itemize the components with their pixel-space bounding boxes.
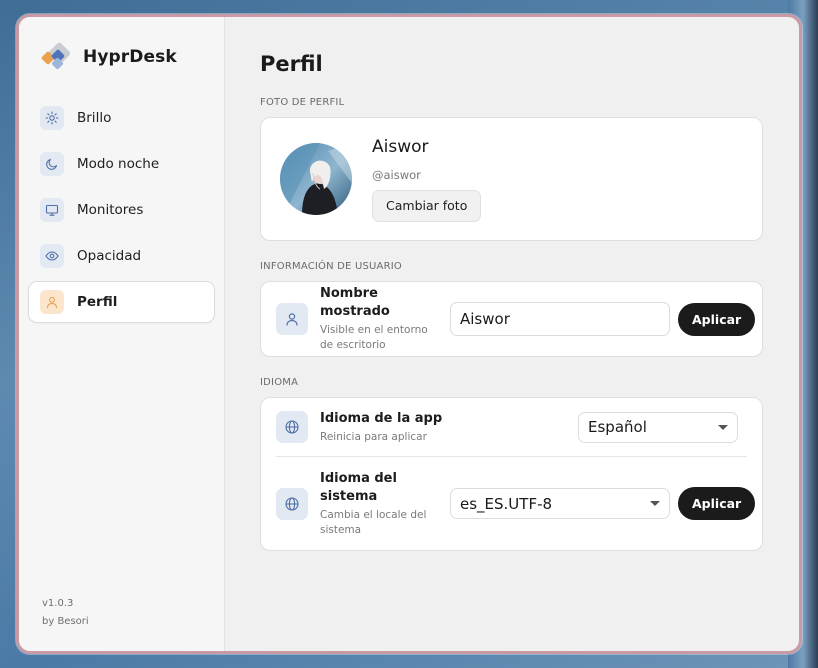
system-language-subtitle: Cambia el locale del sistema (320, 508, 427, 536)
sun-icon (40, 106, 64, 130)
section-label-language: IDIOMA (260, 377, 299, 388)
change-photo-button[interactable]: Cambiar foto (372, 190, 482, 222)
section-label-user-info: INFORMACIÓN DE USUARIO (260, 261, 402, 272)
sidebar-nav: Brillo Modo noche Monitores Opacidad Per… (28, 97, 215, 323)
app-language-select[interactable]: Español (578, 411, 738, 443)
profile-photo-card: Aiswor @aiswor Cambiar foto (260, 117, 763, 241)
user-info-card: Nombre mostrado Visible en el entorno de… (260, 281, 763, 357)
sidebar-item-label: Modo noche (77, 156, 160, 172)
moon-icon (40, 152, 64, 176)
app-version: v1.0.3 (42, 598, 74, 609)
sidebar-item-monitores[interactable]: Monitores (28, 189, 215, 231)
display-name-input[interactable] (450, 302, 670, 336)
app-language-value: Español (588, 418, 647, 436)
app-footer: v1.0.3 by Besori (42, 595, 89, 631)
system-language-value: es_ES.UTF-8 (460, 494, 553, 513)
app-window: HyprDesk Brillo Modo noche Monitores Opa… (16, 14, 802, 654)
system-language-title: Idioma del sistema (320, 470, 397, 504)
main-content: Perfil FOTO DE PERFIL Aiswor @aiswor Cam… (225, 17, 799, 651)
app-language-subtitle: Reinicia para aplicar (320, 430, 427, 443)
sidebar: HyprDesk Brillo Modo noche Monitores Opa… (19, 17, 225, 651)
sidebar-item-label: Perfil (77, 294, 118, 310)
system-language-select[interactable]: es_ES.UTF-8 (450, 488, 670, 519)
app-author: by Besori (42, 616, 89, 627)
app-language-text: Idioma de la app Reinicia para aplicar (320, 410, 578, 445)
sidebar-item-modo-noche[interactable]: Modo noche (28, 143, 215, 185)
chevron-down-icon (650, 501, 660, 506)
user-icon (40, 290, 64, 314)
eye-icon (40, 244, 64, 268)
sidebar-item-brillo[interactable]: Brillo (28, 97, 215, 139)
apply-system-language-button[interactable]: Aplicar (678, 487, 756, 520)
display-name-title: Nombre mostrado (320, 286, 390, 319)
display-name-row: Nombre mostrado Visible en el entorno de… (261, 282, 762, 356)
app-name: HyprDesk (83, 47, 177, 67)
system-language-row: Idioma del sistema Cambia el locale del … (261, 457, 762, 550)
brand: HyprDesk (28, 37, 215, 77)
profile-info: Aiswor @aiswor Cambiar foto (372, 137, 482, 222)
profile-name: Aiswor (372, 137, 429, 157)
monitor-icon (40, 198, 64, 222)
profile-handle: @aiswor (372, 168, 421, 182)
app-language-row: Idioma de la app Reinicia para aplicar E… (261, 398, 762, 456)
page-title: Perfil (260, 52, 323, 76)
sidebar-item-perfil[interactable]: Perfil (28, 281, 215, 323)
app-language-title: Idioma de la app (320, 410, 443, 426)
display-name-text: Nombre mostrado Visible en el entorno de… (320, 285, 438, 353)
system-language-text: Idioma del sistema Cambia el locale del … (320, 470, 438, 538)
chevron-down-icon (718, 424, 728, 430)
app-logo-icon (38, 40, 72, 74)
globe-icon (276, 487, 308, 520)
language-card: Idioma de la app Reinicia para aplicar E… (260, 397, 763, 551)
display-name-subtitle: Visible en el entorno de escritorio (320, 324, 428, 351)
sidebar-item-label: Brillo (77, 110, 112, 126)
globe-icon (276, 411, 308, 443)
section-label-profile-photo: FOTO DE PERFIL (260, 97, 345, 108)
user-icon (276, 303, 308, 335)
sidebar-item-opacidad[interactable]: Opacidad (28, 235, 215, 277)
avatar (280, 143, 352, 215)
sidebar-item-label: Monitores (77, 202, 144, 218)
sidebar-item-label: Opacidad (77, 248, 142, 264)
apply-display-name-button[interactable]: Aplicar (678, 302, 756, 336)
